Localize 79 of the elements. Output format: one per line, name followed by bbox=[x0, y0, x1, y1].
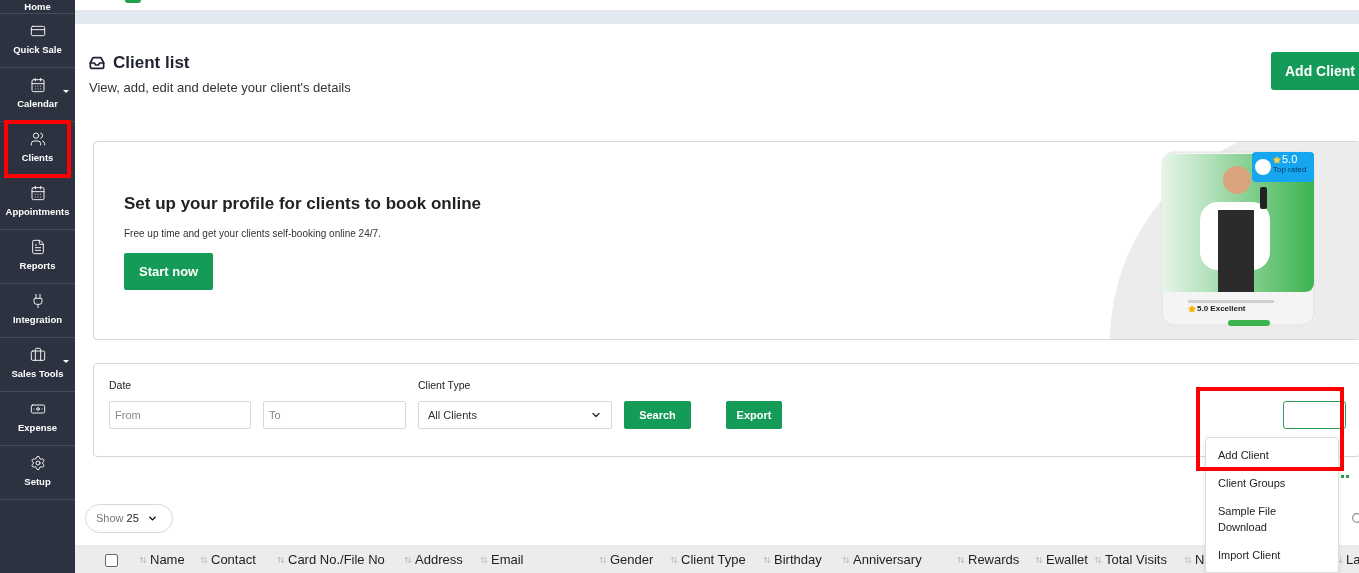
column-header[interactable]: Rewards bbox=[968, 550, 1020, 570]
sidebar-item[interactable]: Calendar bbox=[0, 68, 75, 122]
sidebar-label: Calendar bbox=[17, 97, 58, 112]
sidebar-label: Expense bbox=[17, 421, 58, 436]
rating-value: 5.0 bbox=[1282, 154, 1298, 165]
column-header[interactable]: Client Type bbox=[681, 550, 746, 570]
sort-icon[interactable] bbox=[200, 556, 208, 564]
star-icon bbox=[1188, 305, 1196, 313]
client-type-label: Client Type bbox=[418, 378, 472, 394]
sidebar-label: Integration bbox=[12, 313, 63, 328]
select-all-checkbox[interactable] bbox=[105, 553, 118, 567]
logo-icon bbox=[125, 0, 141, 3]
start-now-button[interactable]: Start now bbox=[124, 253, 214, 291]
dots-icon bbox=[1341, 475, 1349, 478]
sort-icon[interactable] bbox=[1184, 556, 1192, 564]
sort-icon[interactable] bbox=[480, 556, 488, 564]
sort-icon[interactable] bbox=[1035, 556, 1043, 564]
sidebar-item[interactable]: Reports bbox=[0, 230, 75, 284]
page-subtitle: View, add, edit and delete your client's details bbox=[89, 80, 351, 96]
sidebar-item[interactable]: Appointments bbox=[0, 176, 75, 230]
column-header[interactable]: Email bbox=[491, 550, 524, 570]
column-header[interactable]: Birthday bbox=[774, 550, 822, 570]
sidebar-item[interactable]: Setup bbox=[0, 446, 75, 500]
actions-button[interactable] bbox=[1283, 401, 1346, 429]
add-client-button[interactable]: Add Client bbox=[1271, 52, 1359, 90]
calendar-icon bbox=[29, 77, 46, 94]
sidebar-label: Appointments bbox=[5, 205, 70, 220]
users-icon bbox=[29, 131, 46, 148]
sort-icon[interactable] bbox=[277, 556, 285, 564]
sidebar-item[interactable]: Clients bbox=[6, 122, 69, 176]
rating-caption: Top rated bbox=[1273, 166, 1307, 174]
column-header[interactable]: Total Visits bbox=[1105, 550, 1167, 570]
menu-item[interactable]: Add Client bbox=[1206, 441, 1316, 469]
column-header[interactable]: Contact bbox=[211, 550, 256, 570]
sidebar-label: Clients bbox=[21, 151, 54, 166]
column-header[interactable]: Card No./File No bbox=[288, 550, 385, 570]
to-field[interactable]: To bbox=[263, 401, 406, 429]
column-header[interactable]: Name bbox=[150, 550, 185, 570]
star-icon bbox=[1273, 155, 1281, 164]
document-icon bbox=[29, 239, 46, 256]
sidebar-label: Quick Sale bbox=[13, 43, 62, 58]
sidebar-label: Reports bbox=[19, 259, 56, 274]
menu-item[interactable]: Import Client bbox=[1206, 541, 1316, 569]
inbox-icon bbox=[89, 55, 105, 71]
sort-icon[interactable] bbox=[139, 556, 147, 564]
sort-icon[interactable] bbox=[842, 556, 850, 564]
settings-icon bbox=[29, 455, 46, 472]
sidebar-item[interactable]: Integration bbox=[0, 284, 75, 338]
menu-item[interactable]: Client Groups bbox=[1206, 469, 1316, 497]
sidebar-label: Home bbox=[24, 1, 51, 12]
date-label: Date bbox=[109, 378, 133, 394]
sort-icon[interactable] bbox=[670, 556, 678, 564]
review-label: 5.0 Excellent bbox=[1197, 305, 1246, 313]
chevron-icon bbox=[146, 513, 158, 524]
briefcase-icon bbox=[29, 347, 46, 364]
banner-title: Set up your profile for clients to book online bbox=[124, 192, 482, 215]
page-title: Client list bbox=[113, 52, 190, 74]
column-header[interactable]: Gender bbox=[610, 550, 654, 570]
search-button[interactable]: Search bbox=[624, 401, 691, 429]
calendar-icon bbox=[29, 185, 46, 202]
sort-icon[interactable] bbox=[599, 556, 607, 564]
sidebar-item[interactable]: Quick Sale bbox=[0, 14, 75, 68]
column-header[interactable]: N bbox=[1195, 550, 1205, 570]
column-header[interactable]: Address bbox=[415, 550, 463, 570]
column-header[interactable]: Ewallet bbox=[1046, 550, 1088, 570]
sort-icon[interactable] bbox=[957, 556, 965, 564]
sidebar-label: Sales Tools bbox=[11, 367, 64, 382]
sort-icon[interactable] bbox=[763, 556, 771, 564]
sidebar-label: Setup bbox=[24, 475, 51, 490]
sort-icon[interactable] bbox=[1094, 556, 1102, 564]
menu-item[interactable]: Sample File Download bbox=[1206, 497, 1316, 541]
sidebar-item[interactable]: Sales Tools bbox=[0, 338, 75, 392]
from-field[interactable]: From bbox=[109, 401, 251, 429]
sort-icon[interactable] bbox=[404, 556, 412, 564]
banner-text: Free up time and get your clients self-booking online 24/7. bbox=[124, 227, 381, 242]
column-header[interactable]: Anniversary bbox=[853, 550, 922, 570]
export-button[interactable]: Export bbox=[726, 401, 782, 429]
sidebar-item[interactable]: Expense bbox=[0, 392, 75, 446]
client-type-select[interactable]: All Clients bbox=[418, 401, 612, 429]
